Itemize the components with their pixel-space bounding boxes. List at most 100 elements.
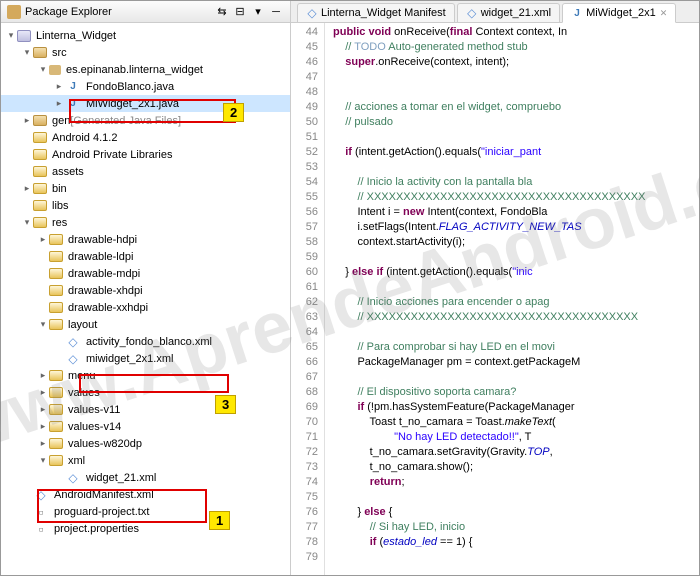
code-line[interactable]: // TODO Auto-generated method stub [333, 40, 699, 55]
code-line[interactable]: i.setFlags(Intent.FLAG_ACTIVITY_NEW_TAS [333, 220, 699, 235]
tree-row[interactable]: ▾es.epinanab.linterna_widget [1, 61, 290, 78]
tree-row[interactable]: ▸menu [1, 367, 290, 384]
twisty-icon[interactable]: ▾ [21, 47, 33, 59]
tree-row[interactable]: ▾res [1, 214, 290, 231]
tree-row[interactable]: AndroidManifest.xml [1, 486, 290, 503]
line-number: 53 [293, 160, 318, 175]
code-line[interactable] [333, 490, 699, 505]
code-line[interactable]: // XXXXXXXXXXXXXXXXXXXXXXXXXXXXXXXXXXXXX… [333, 190, 699, 205]
tree-row[interactable]: Android 4.1.2 [1, 129, 290, 146]
twisty-icon[interactable]: ▸ [37, 438, 49, 450]
twisty-icon[interactable]: ▸ [37, 404, 49, 416]
tree-row[interactable]: ▸values-v11 [1, 401, 290, 418]
code-line[interactable]: // Inicio acciones para encender o apag [333, 295, 699, 310]
tree-row[interactable]: assets [1, 163, 290, 180]
tree-row[interactable]: ▸FondoBlanco.java [1, 78, 290, 95]
code-line[interactable]: public void onReceive(final Context cont… [333, 25, 699, 40]
code-line[interactable]: return; [333, 475, 699, 490]
tree-row[interactable]: drawable-mdpi [1, 265, 290, 282]
twisty-icon[interactable]: ▸ [37, 387, 49, 399]
tree-row[interactable]: widget_21.xml [1, 469, 290, 486]
code-content[interactable]: public void onReceive(final Context cont… [325, 23, 699, 575]
line-number: 75 [293, 490, 318, 505]
twisty-icon[interactable]: ▾ [37, 64, 49, 76]
twisty-icon[interactable]: ▸ [37, 234, 49, 246]
code-line[interactable]: // XXXXXXXXXXXXXXXXXXXXXXXXXXXXXXXXXXXXX [333, 310, 699, 325]
twisty-icon[interactable]: ▾ [21, 217, 33, 229]
code-line[interactable]: // pulsado [333, 115, 699, 130]
editor-tab[interactable]: MiWidget_2x1✕ [562, 3, 676, 23]
tree-row[interactable]: ▸values-v14 [1, 418, 290, 435]
code-line[interactable]: PackageManager pm = context.getPackageM [333, 355, 699, 370]
editor-tab[interactable]: widget_21.xml [457, 3, 560, 22]
tree-row[interactable]: ▸values [1, 384, 290, 401]
code-line[interactable]: // acciones a tomar en el widget, compru… [333, 100, 699, 115]
editor-tab[interactable]: Linterna_Widget Manifest [297, 3, 455, 22]
tree-row[interactable]: proguard-project.txt [1, 503, 290, 520]
code-line[interactable]: } else { [333, 505, 699, 520]
tree-row[interactable]: ▸bin [1, 180, 290, 197]
code-line[interactable]: t_no_camara.show(); [333, 460, 699, 475]
code-line[interactable] [333, 370, 699, 385]
twisty-icon[interactable]: ▸ [21, 115, 33, 127]
tree-row[interactable]: drawable-ldpi [1, 248, 290, 265]
minimize-icon[interactable]: ─ [268, 4, 284, 20]
tree-row[interactable]: ▸values-w820dp [1, 435, 290, 452]
twisty-icon[interactable]: ▸ [21, 183, 33, 195]
tree-row[interactable]: miwidget_2x1.xml [1, 350, 290, 367]
code-line[interactable] [333, 85, 699, 100]
line-number: 45 [293, 40, 318, 55]
code-editor[interactable]: 4445464748495051525354555657585960616263… [291, 23, 699, 575]
link-editor-icon[interactable]: ⇆ [214, 4, 230, 20]
twisty-icon[interactable]: ▸ [53, 98, 65, 110]
code-line[interactable]: if (!pm.hasSystemFeature(PackageManager [333, 400, 699, 415]
project-tree[interactable]: ▾Linterna_Widget▾src▾es.epinanab.lintern… [1, 23, 290, 575]
twisty-icon[interactable]: ▸ [37, 421, 49, 433]
tree-row[interactable]: activity_fondo_blanco.xml [1, 333, 290, 350]
code-line[interactable] [333, 325, 699, 340]
close-icon[interactable]: ✕ [660, 8, 668, 19]
code-line[interactable]: if (estado_led == 1) { [333, 535, 699, 550]
tree-row[interactable]: libs [1, 197, 290, 214]
code-line[interactable]: context.startActivity(i); [333, 235, 699, 250]
code-line[interactable]: // Para comprobar si hay LED en el movi [333, 340, 699, 355]
package-explorer-icon [7, 5, 21, 19]
code-line[interactable]: if (intent.getAction().equals("iniciar_p… [333, 145, 699, 160]
tree-row[interactable]: project.properties [1, 520, 290, 537]
code-line[interactable]: // Inicio la activity con la pantalla bl… [333, 175, 699, 190]
code-line[interactable] [333, 280, 699, 295]
view-menu-icon[interactable]: ▾ [250, 4, 266, 20]
code-line[interactable] [333, 550, 699, 565]
line-number: 54 [293, 175, 318, 190]
code-line[interactable] [333, 250, 699, 265]
tree-row[interactable]: ▸MiWidget_2x1.java [1, 95, 290, 112]
tree-row[interactable]: ▸gen [Generated Java Files] [1, 112, 290, 129]
twisty-icon[interactable]: ▾ [5, 30, 17, 42]
tree-row[interactable]: drawable-xhdpi [1, 282, 290, 299]
collapse-all-icon[interactable]: ⊟ [232, 4, 248, 20]
code-line[interactable] [333, 130, 699, 145]
code-line[interactable] [333, 160, 699, 175]
twisty-icon[interactable]: ▸ [53, 81, 65, 93]
code-line[interactable] [333, 70, 699, 85]
code-line[interactable]: // Si hay LED, inicio [333, 520, 699, 535]
twisty-icon[interactable]: ▾ [37, 319, 49, 331]
tree-row[interactable]: ▾Linterna_Widget [1, 27, 290, 44]
xml-icon [65, 351, 81, 367]
tree-row[interactable]: ▾layout [1, 316, 290, 333]
code-line[interactable]: super.onReceive(context, intent); [333, 55, 699, 70]
code-line[interactable]: } else if (intent.getAction().equals("in… [333, 265, 699, 280]
code-line[interactable]: // El dispositivo soporta camara? [333, 385, 699, 400]
code-line[interactable]: t_no_camara.setGravity(Gravity.TOP, [333, 445, 699, 460]
tree-row[interactable]: ▾xml [1, 452, 290, 469]
twisty-icon[interactable]: ▾ [37, 455, 49, 467]
tree-row[interactable]: Android Private Libraries [1, 146, 290, 163]
code-line[interactable]: Intent i = new Intent(context, FondoBla [333, 205, 699, 220]
code-line[interactable]: Toast t_no_camara = Toast.makeText( [333, 415, 699, 430]
tree-row[interactable]: drawable-xxhdpi [1, 299, 290, 316]
code-line[interactable]: "No hay LED detectado!!", T [333, 430, 699, 445]
xml-icon [33, 487, 49, 503]
tree-row[interactable]: ▸drawable-hdpi [1, 231, 290, 248]
tree-row[interactable]: ▾src [1, 44, 290, 61]
twisty-icon[interactable]: ▸ [37, 370, 49, 382]
